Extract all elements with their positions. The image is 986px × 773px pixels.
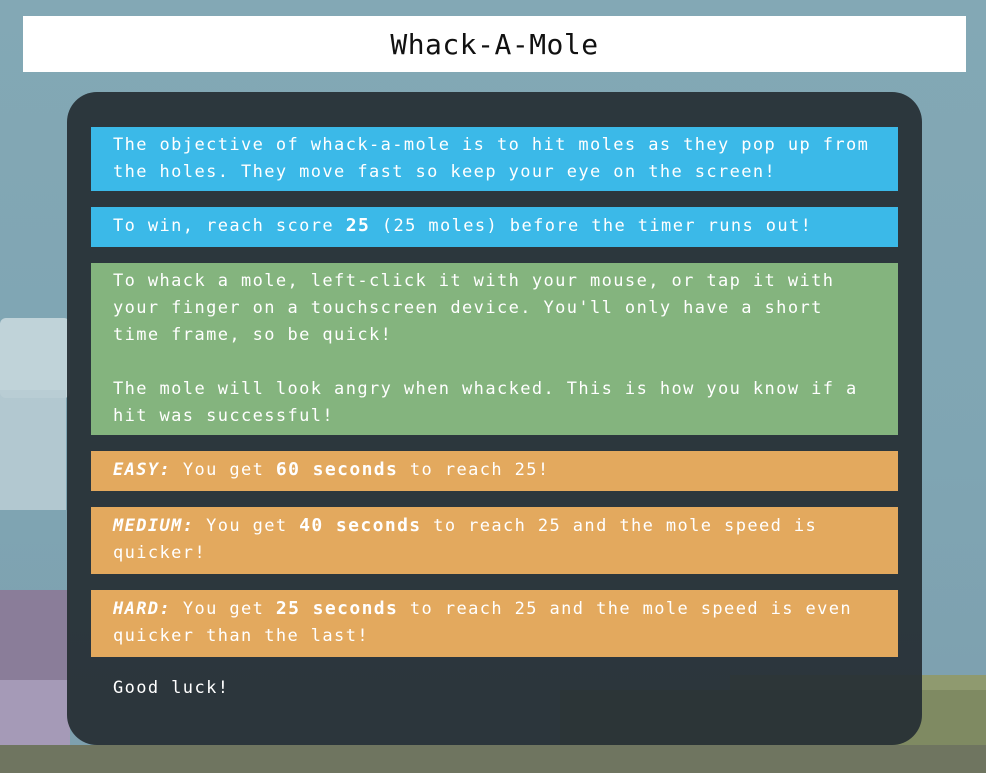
- medium-mode-text: MEDIUM: You get 40 seconds to reach 25 a…: [113, 512, 876, 567]
- hard-mode-box: HARD: You get 25 seconds to reach 25 and…: [91, 590, 898, 657]
- easy-mode-text: EASY: You get 60 seconds to reach 25!: [113, 456, 876, 484]
- instructions-panel: The objective of whack-a-mole is to hit …: [67, 92, 922, 745]
- how-to-play-box: To whack a mole, left-click it with your…: [91, 263, 898, 435]
- objective-text: The objective of whack-a-mole is to hit …: [113, 135, 870, 182]
- easy-seconds: 60 seconds: [275, 459, 399, 480]
- win-condition-box: To win, reach score 25 (25 moles) before…: [91, 207, 898, 247]
- easy-suffix: to reach 25!: [398, 460, 550, 480]
- background-tree: [0, 390, 66, 510]
- easy-label: EASY:: [113, 460, 172, 480]
- page-title: Whack-A-Mole: [390, 27, 599, 61]
- objective-box: The objective of whack-a-mole is to hit …: [91, 127, 898, 191]
- how-to-whack-text: To whack a mole, left-click it with your…: [113, 271, 835, 345]
- medium-mode-box: MEDIUM: You get 40 seconds to reach 25 a…: [91, 507, 898, 574]
- good-luck-text: Good luck!: [113, 678, 230, 698]
- easy-prefix: You get: [171, 460, 276, 480]
- win-suffix: (25 moles) before the timer runs out!: [370, 216, 813, 236]
- title-bar: Whack-A-Mole: [23, 16, 966, 72]
- easy-mode-box: EASY: You get 60 seconds to reach 25!: [91, 451, 898, 491]
- win-prefix: To win, reach score: [113, 216, 346, 236]
- hard-prefix: You get: [171, 599, 276, 619]
- medium-prefix: You get: [194, 516, 300, 536]
- win-condition-text: To win, reach score 25 (25 moles) before…: [113, 212, 876, 240]
- background-cloud: [0, 318, 70, 398]
- hard-mode-text: HARD: You get 25 seconds to reach 25 and…: [113, 595, 876, 650]
- hard-label: HARD:: [113, 599, 172, 619]
- hard-seconds: 25 seconds: [275, 598, 399, 619]
- medium-label: MEDIUM:: [113, 516, 195, 536]
- background-ground: [0, 745, 986, 773]
- angry-mole-note: The mole will look angry when whacked. T…: [113, 379, 858, 426]
- medium-seconds: 40 seconds: [299, 515, 422, 536]
- win-score: 25: [345, 215, 371, 236]
